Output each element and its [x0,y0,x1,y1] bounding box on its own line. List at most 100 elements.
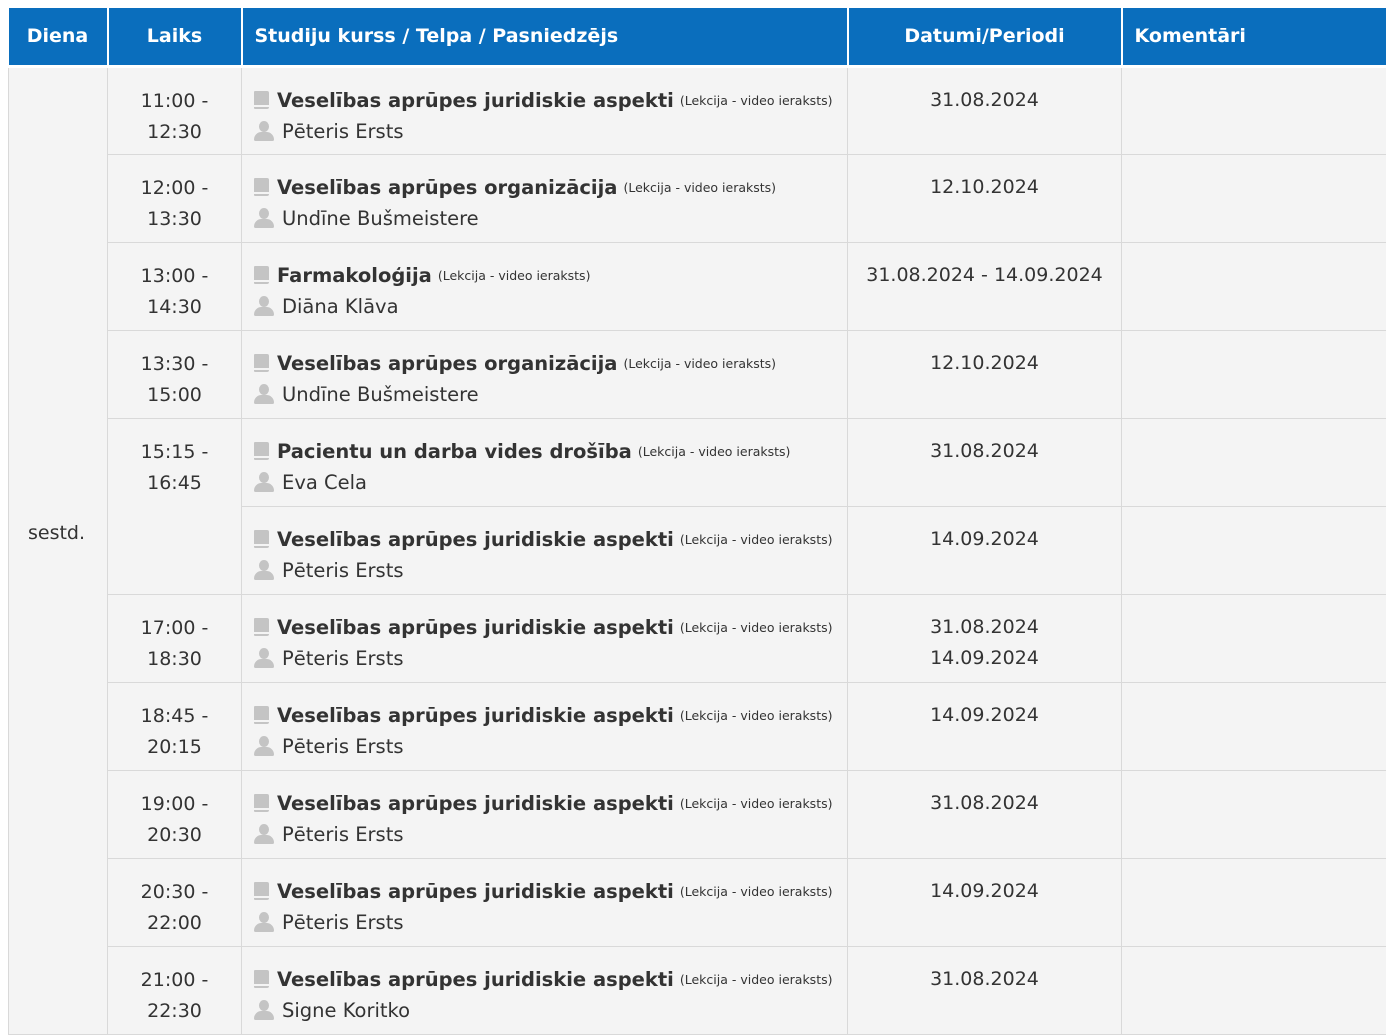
course-cell: Veselības aprūpes juridiskie aspekti (Le… [242,858,848,946]
dates-cell: 31.08.2024 [848,418,1122,506]
user-icon [254,912,274,932]
table-row: 13:00 - 14:30 Farmakoloģija (Lekcija - v… [9,242,1386,330]
date-value: 14.09.2024 [848,700,1121,731]
time-end: 20:15 [108,732,241,763]
user-icon [254,296,274,316]
course-type: (Lekcija - video ieraksts) [623,180,776,195]
time-end: 22:30 [108,996,241,1027]
time-end: 14:30 [108,292,241,323]
course-cell: Veselības aprūpes juridiskie aspekti (Le… [242,682,848,770]
course-name: Veselības aprūpes organizācija [277,176,617,199]
time-cell: 19:00 - 20:30 [108,770,242,858]
course-cell: Veselības aprūpes juridiskie aspekti (Le… [242,770,848,858]
comment-cell [1122,66,1386,154]
header-dates: Datumi/Periodi [848,8,1122,66]
day-cell: sestd. [9,66,108,1034]
time-end: 16:45 [108,468,241,499]
table-row: sestd. 11:00 - 12:30 Veselības aprūpes j… [9,66,1386,154]
course-type: (Lekcija - video ieraksts) [680,796,833,811]
header-course: Studiju kurss / Telpa / Pasniedzējs [242,8,848,66]
time-cell: 21:00 - 22:30 [108,946,242,1034]
lecturer-name: Eva Cela [282,471,367,494]
book-icon [254,706,269,724]
comment-cell [1122,682,1386,770]
book-icon [254,530,269,548]
course-name: Veselības aprūpes juridiskie aspekti [277,616,674,639]
time-start: 19:00 - [108,789,241,820]
course-type: (Lekcija - video ieraksts) [680,884,833,899]
course-type: (Lekcija - video ieraksts) [680,532,833,547]
course-cell: Veselības aprūpes organizācija (Lekcija … [242,154,848,242]
comment-cell [1122,418,1386,506]
time-end: 18:30 [108,644,241,675]
date-value: 12.10.2024 [848,172,1121,203]
time-start: 20:30 - [108,877,241,908]
time-start: 17:00 - [108,613,241,644]
comment-cell [1122,506,1386,594]
course-type: (Lekcija - video ieraksts) [680,708,833,723]
time-end: 20:30 [108,820,241,851]
course-name: Veselības aprūpes juridiskie aspekti [277,89,674,112]
dates-cell: 14.09.2024 [848,682,1122,770]
date-value: 31.08.2024 [848,612,1121,643]
user-icon [254,648,274,668]
course-type: (Lekcija - video ieraksts) [680,620,833,635]
book-icon [254,794,269,812]
lecturer-name: Pēteris Ersts [282,911,404,934]
user-icon [254,472,274,492]
dates-cell: 31.08.2024 [848,770,1122,858]
dates-cell: 31.08.2024 [848,66,1122,154]
course-name: Veselības aprūpes juridiskie aspekti [277,792,674,815]
user-icon [254,560,274,580]
course-type: (Lekcija - video ieraksts) [680,972,833,987]
table-row: 12:00 - 13:30 Veselības aprūpes organizā… [9,154,1386,242]
time-start: 18:45 - [108,701,241,732]
header-comments: Komentāri [1122,8,1386,66]
lecturer-name: Pēteris Ersts [282,120,404,143]
time-cell: 11:00 - 12:30 [108,66,242,154]
time-start: 21:00 - [108,965,241,996]
course-cell: Veselības aprūpes juridiskie aspekti (Le… [242,946,848,1034]
table-row: 20:30 - 22:00 Veselības aprūpes juridisk… [9,858,1386,946]
lecturer-name: Undīne Bušmeistere [282,383,479,406]
lecturer-name: Signe Koritko [282,999,410,1022]
lecturer-name: Diāna Klāva [282,295,399,318]
date-value: 14.09.2024 [848,643,1121,674]
time-end: 15:00 [108,380,241,411]
table-row: 18:45 - 20:15 Veselības aprūpes juridisk… [9,682,1386,770]
time-cell: 13:00 - 14:30 [108,242,242,330]
user-icon [254,1000,274,1020]
date-value: 31.08.2024 [848,436,1121,467]
time-end: 12:30 [108,117,241,148]
header-row: Diena Laiks Studiju kurss / Telpa / Pasn… [9,8,1386,66]
course-cell: Pacientu un darba vides drošība (Lekcija… [242,418,848,506]
time-start: 11:00 - [108,86,241,117]
course-type: (Lekcija - video ieraksts) [680,93,833,108]
lecturer-name: Pēteris Ersts [282,647,404,670]
time-cell: 18:45 - 20:15 [108,682,242,770]
lecturer-name: Undīne Bušmeistere [282,207,479,230]
table-row: 17:00 - 18:30 Veselības aprūpes juridisk… [9,594,1386,682]
user-icon [254,736,274,756]
time-start: 13:30 - [108,349,241,380]
date-value: 12.10.2024 [848,348,1121,379]
user-icon [254,824,274,844]
lecturer-name: Pēteris Ersts [282,559,404,582]
time-start: 12:00 - [108,173,241,204]
comment-cell [1122,770,1386,858]
time-end: 22:00 [108,908,241,939]
course-cell: Farmakoloģija (Lekcija - video ieraksts)… [242,242,848,330]
dates-cell: 31.08.2024 14.09.2024 [848,594,1122,682]
comment-cell [1122,330,1386,418]
time-cell: 15:15 - 16:45 [108,418,242,594]
course-name: Farmakoloģija [277,264,432,287]
schedule-table: Diena Laiks Studiju kurss / Telpa / Pasn… [8,8,1386,1035]
dates-cell: 12.10.2024 [848,154,1122,242]
comment-cell [1122,154,1386,242]
time-start: 15:15 - [108,437,241,468]
course-name: Veselības aprūpes juridiskie aspekti [277,968,674,991]
course-cell: Veselības aprūpes juridiskie aspekti (Le… [242,506,848,594]
dates-cell: 31.08.2024 [848,946,1122,1034]
date-value: 31.08.2024 [848,788,1121,819]
lecturer-name: Pēteris Ersts [282,735,404,758]
